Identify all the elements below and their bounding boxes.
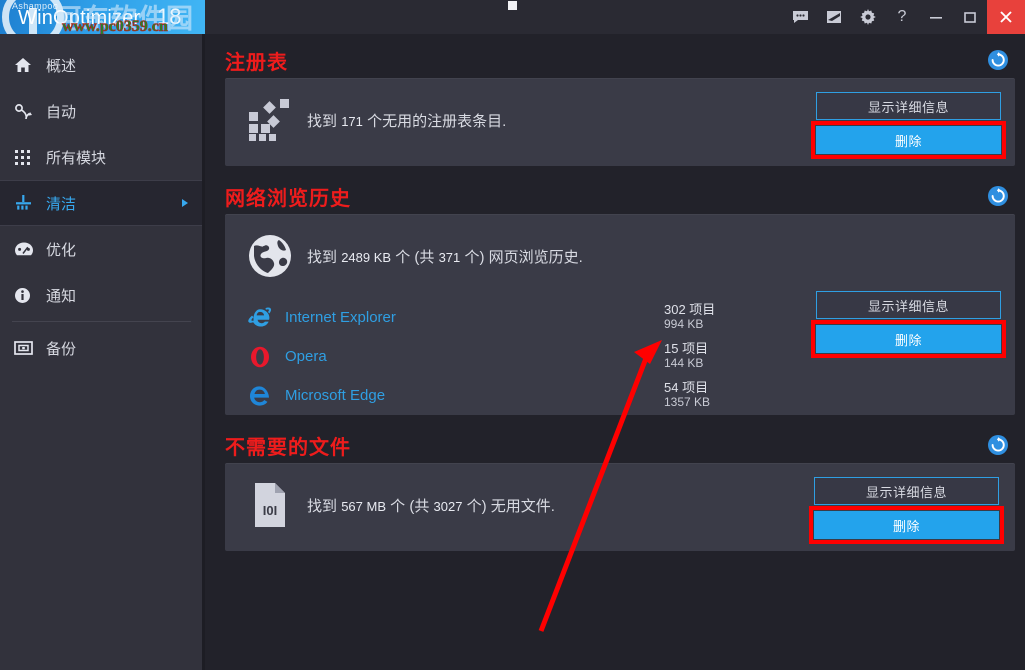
application-window: Ashampoo WinOptimizer 18 河东软件园 www.pc035… bbox=[0, 0, 1025, 670]
sidebar-item-overview[interactable]: 概述 bbox=[0, 42, 205, 88]
globe-icon bbox=[239, 229, 301, 283]
show-details-button[interactable]: 显示详细信息 bbox=[816, 291, 1001, 319]
svg-text:I0I: I0I bbox=[263, 503, 277, 518]
title-bar-actions: ? bbox=[783, 0, 1025, 34]
browser-size: 994 KB bbox=[664, 317, 704, 332]
browser-name: Opera bbox=[285, 348, 327, 365]
sidebar-item-all-modules[interactable]: 所有模块 bbox=[0, 134, 205, 180]
sidebar-edge bbox=[202, 34, 205, 670]
title-bar-drag-area[interactable] bbox=[205, 0, 783, 34]
chat-icon[interactable] bbox=[783, 0, 817, 34]
chevron-right-icon bbox=[182, 199, 188, 207]
show-details-button[interactable]: 显示详细信息 bbox=[814, 477, 999, 505]
delete-button[interactable]: 删除 bbox=[816, 325, 1001, 353]
browser-name: Microsoft Edge bbox=[285, 387, 386, 404]
help-icon[interactable]: ? bbox=[885, 0, 919, 34]
browser-stats: 54 项目 1357 KB bbox=[664, 380, 711, 410]
section-header: 网络浏览历史 bbox=[225, 178, 1015, 214]
browser-stats: 302 项目 994 KB bbox=[664, 302, 716, 332]
refresh-icon[interactable] bbox=[987, 185, 1009, 207]
banner-icon[interactable] bbox=[817, 0, 851, 34]
watermark-url: www.pc0359.cn bbox=[62, 18, 168, 34]
sidebar-divider bbox=[12, 321, 191, 322]
info-icon bbox=[14, 284, 40, 306]
registry-icon bbox=[239, 93, 301, 147]
sidebar-item-label: 通知 bbox=[46, 287, 77, 305]
browser-items: 15 项目 bbox=[664, 341, 709, 357]
browser-stats: 15 项目 144 KB bbox=[664, 341, 709, 371]
sidebar-item-clean[interactable]: 清洁 bbox=[0, 180, 205, 226]
registry-panel: 找到 171 个无用的注册表条目. 显示详细信息 删除 bbox=[225, 78, 1015, 166]
web-history-panel: 找到 2489 KB 个 (共 371 个) 网页浏览历史. Internet … bbox=[225, 214, 1015, 415]
sidebar-item-auto[interactable]: 自动 bbox=[0, 88, 205, 134]
unneeded-files-summary-text: 找到 567 MB 个 (共 3027 个) 无用文件. bbox=[307, 497, 555, 515]
opera-icon bbox=[239, 342, 281, 372]
gear-icon[interactable] bbox=[851, 0, 885, 34]
main-content: 注册表 找到 171 个无用的注册表条目. 显示详细信息 删除 网络浏览历史 找… bbox=[205, 34, 1025, 670]
app-logo: Ashampoo WinOptimizer 18 河东软件园 www.pc035… bbox=[0, 0, 205, 34]
gauge-icon bbox=[14, 238, 40, 260]
unneeded-files-panel: I0I 找到 567 MB 个 (共 3027 个) 无用文件. 显示详细信息 bbox=[225, 463, 1015, 551]
sidebar: 概述 自动 所有模块 清洁 优化 通知 备份 bbox=[0, 34, 205, 670]
sidebar-item-label: 所有模块 bbox=[46, 149, 107, 167]
sidebar-item-notifications[interactable]: 通知 bbox=[0, 272, 205, 318]
show-details-button[interactable]: 显示详细信息 bbox=[816, 92, 1001, 120]
home-icon bbox=[14, 54, 40, 76]
sidebar-item-label: 优化 bbox=[46, 241, 77, 259]
sidebar-item-backup[interactable]: 备份 bbox=[0, 325, 205, 371]
web-history-summary-text: 找到 2489 KB 个 (共 371 个) 网页浏览历史. bbox=[307, 248, 583, 266]
modules-icon bbox=[14, 146, 40, 168]
browser-size: 1357 KB bbox=[664, 395, 711, 410]
minimize-button[interactable] bbox=[919, 0, 953, 34]
internet-explorer-icon bbox=[239, 303, 281, 333]
browser-items: 54 项目 bbox=[664, 380, 709, 396]
section-unneeded-files: 不需要的文件 I0I 找到 567 MB 个 (共 3027 个) 无用文件. … bbox=[225, 427, 1015, 551]
page-title: 注册表 bbox=[225, 51, 288, 74]
delete-button[interactable]: 删除 bbox=[816, 126, 1001, 154]
sidebar-item-label: 清洁 bbox=[46, 195, 77, 213]
registry-actions: 显示详细信息 删除 bbox=[816, 92, 1001, 154]
section-web-history: 网络浏览历史 找到 2489 KB 个 (共 371 个) 网页浏览历史. In… bbox=[225, 178, 1015, 415]
unneeded-files-actions: 显示详细信息 删除 bbox=[814, 477, 999, 539]
refresh-icon[interactable] bbox=[987, 49, 1009, 71]
refresh-icon[interactable] bbox=[987, 434, 1009, 456]
browser-name: Internet Explorer bbox=[285, 309, 396, 326]
delete-button[interactable]: 删除 bbox=[814, 511, 999, 539]
file-icon: I0I bbox=[239, 478, 301, 532]
web-history-actions: 显示详细信息 删除 bbox=[816, 291, 1001, 353]
web-history-summary: 找到 2489 KB 个 (共 371 个) 网页浏览历史. bbox=[239, 228, 1005, 284]
section-registry: 注册表 找到 171 个无用的注册表条目. 显示详细信息 删除 bbox=[225, 42, 1015, 166]
help-glyph: ? bbox=[897, 8, 907, 25]
sidebar-item-optimize[interactable]: 优化 bbox=[0, 226, 205, 272]
browser-size: 144 KB bbox=[664, 356, 704, 371]
sidebar-item-label: 备份 bbox=[46, 340, 77, 358]
broom-icon bbox=[14, 192, 40, 214]
registry-summary-text: 找到 171 个无用的注册表条目. bbox=[307, 112, 507, 130]
backup-icon bbox=[14, 337, 40, 359]
page-title: 不需要的文件 bbox=[225, 436, 351, 459]
maximize-button[interactable] bbox=[953, 0, 987, 34]
sidebar-item-label: 自动 bbox=[46, 103, 77, 121]
section-header: 不需要的文件 bbox=[225, 427, 1015, 463]
title-bar: Ashampoo WinOptimizer 18 河东软件园 www.pc035… bbox=[0, 0, 1025, 34]
close-button[interactable] bbox=[987, 0, 1025, 34]
page-title: 网络浏览历史 bbox=[225, 187, 351, 210]
browser-items: 302 项目 bbox=[664, 302, 716, 318]
sidebar-item-label: 概述 bbox=[46, 57, 77, 75]
list-item[interactable]: Microsoft Edge 54 项目 1357 KB bbox=[239, 376, 1005, 415]
microsoft-edge-icon bbox=[239, 381, 281, 411]
window-body: 概述 自动 所有模块 清洁 优化 通知 备份 注册表 找到 171 个无用的注册… bbox=[0, 34, 1025, 670]
cursor-artifact bbox=[508, 1, 517, 10]
auto-icon bbox=[14, 100, 40, 122]
section-header: 注册表 bbox=[225, 42, 1015, 78]
